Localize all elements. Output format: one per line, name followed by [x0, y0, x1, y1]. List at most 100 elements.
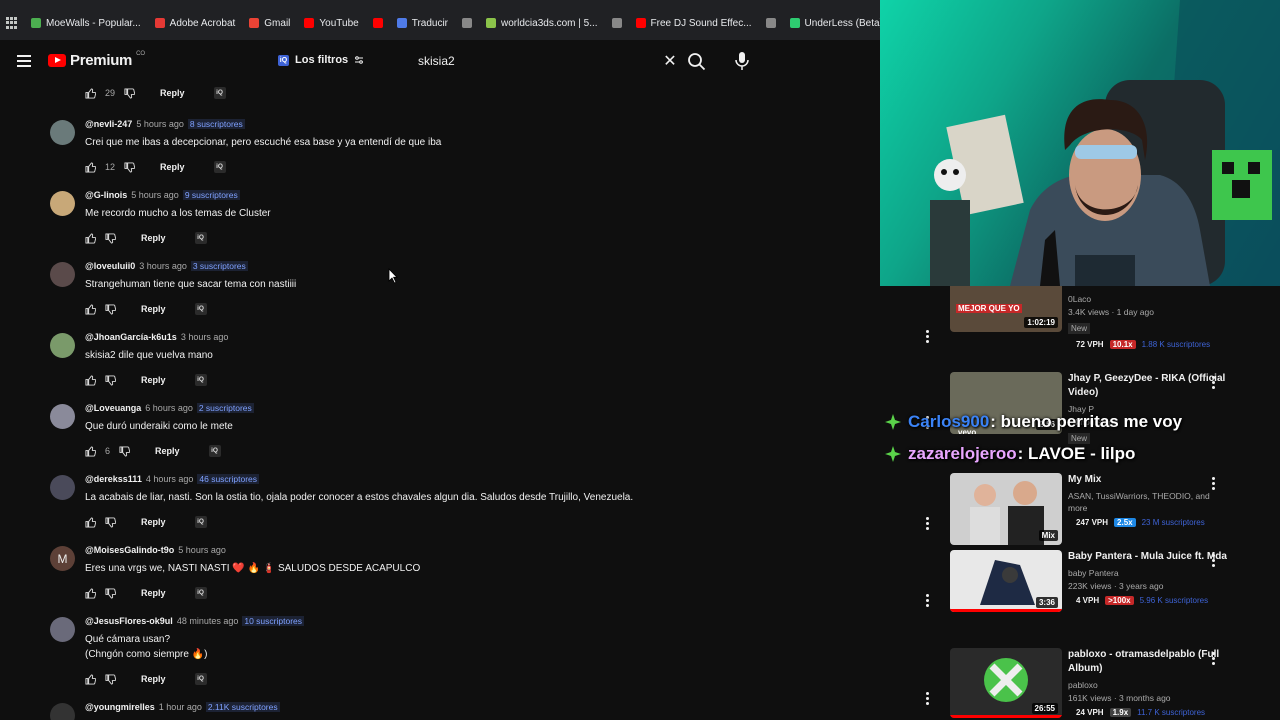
more-actions-icon[interactable]	[1212, 652, 1216, 667]
dislike-button[interactable]	[105, 232, 116, 244]
comment-author[interactable]: @G-linois	[85, 190, 127, 200]
more-actions-icon[interactable]	[1212, 376, 1216, 391]
avatar[interactable]	[50, 475, 75, 500]
dislike-button[interactable]	[105, 516, 116, 528]
like-button[interactable]	[85, 232, 96, 244]
comment-author[interactable]: @JesusFlores-ok9ul	[85, 616, 173, 626]
iq-icon[interactable]: iQ	[194, 232, 207, 244]
search-input[interactable]: skisia2	[410, 54, 660, 68]
like-button[interactable]	[85, 445, 96, 457]
like-button[interactable]	[85, 587, 96, 599]
reply-button[interactable]: Reply	[141, 375, 166, 385]
dislike-button[interactable]	[105, 303, 116, 315]
channel-name[interactable]: baby Pantera	[1068, 567, 1228, 579]
channel-name[interactable]: 0Laco	[1068, 293, 1228, 305]
more-actions-icon[interactable]	[1212, 477, 1216, 492]
comment-timestamp[interactable]: 6 hours ago	[145, 403, 193, 413]
comment-author[interactable]: @MoisesGalindo-t9o	[85, 545, 174, 555]
comment-author[interactable]: @youngmirelles	[85, 702, 155, 712]
comment-author[interactable]: @derekss111	[85, 474, 142, 484]
dislike-button[interactable]	[105, 673, 116, 685]
video-title[interactable]: pabloxo - otramasdelpablo (Full Album)	[1068, 648, 1228, 676]
avatar[interactable]: M	[50, 546, 75, 571]
video-title[interactable]: Baby Pantera - Mula Juice ft. Mda	[1068, 550, 1228, 564]
video-thumbnail[interactable]: Mix	[950, 473, 1062, 545]
like-button[interactable]	[85, 374, 96, 386]
apps-grid-icon[interactable]	[6, 17, 17, 29]
reply-button[interactable]: Reply	[160, 88, 185, 98]
comment-author[interactable]: @Loveuanga	[85, 403, 141, 413]
dislike-button[interactable]	[124, 161, 136, 173]
reply-button[interactable]: Reply	[141, 674, 166, 684]
iq-icon[interactable]: iQ	[213, 87, 226, 99]
iq-icon[interactable]: iQ	[194, 673, 207, 685]
related-video-item[interactable]: 26:55 pabloxo - otramasdelpablo (Full Alb…	[950, 648, 1270, 720]
comment-timestamp[interactable]: 1 hour ago	[159, 702, 202, 712]
bookmark-item[interactable]: worldcia3ds.com | 5...	[486, 18, 598, 29]
iq-icon[interactable]: iQ	[194, 303, 207, 315]
youtube-premium-logo[interactable]: Premium CO	[48, 51, 145, 69]
comment-timestamp[interactable]: 5 hours ago	[178, 545, 226, 555]
bookmark-item[interactable]	[765, 18, 776, 28]
iq-icon[interactable]: iQ	[213, 161, 226, 173]
avatar[interactable]	[50, 120, 75, 145]
avatar[interactable]	[50, 191, 75, 216]
bookmark-item[interactable]: Free DJ Sound Effec...	[635, 18, 752, 29]
reply-button[interactable]: Reply	[141, 233, 166, 243]
video-thumbnail[interactable]: MEJOR QUE YO 1:02:19	[950, 286, 1062, 332]
like-button[interactable]	[85, 303, 96, 315]
video-title[interactable]: Jhay P, GeezyDee - RIKA (Official Video)	[1068, 372, 1228, 400]
avatar[interactable]	[50, 333, 75, 358]
more-actions-icon[interactable]	[926, 517, 930, 532]
comment-timestamp[interactable]: 5 hours ago	[131, 190, 179, 200]
comment-timestamp[interactable]: 4 hours ago	[146, 474, 194, 484]
menu-icon[interactable]	[17, 55, 31, 67]
comment-timestamp[interactable]: 5 hours ago	[136, 119, 184, 129]
more-actions-icon[interactable]	[926, 330, 930, 345]
dislike-button[interactable]	[105, 587, 116, 599]
like-button[interactable]	[85, 516, 96, 528]
iq-icon[interactable]: iQ	[208, 445, 221, 457]
avatar[interactable]	[50, 404, 75, 429]
reply-button[interactable]: Reply	[141, 517, 166, 527]
video-thumbnail[interactable]: 26:55	[950, 648, 1062, 718]
reply-button[interactable]: Reply	[160, 162, 185, 172]
comment-author[interactable]: @loveuluii0	[85, 261, 135, 271]
comment-timestamp[interactable]: 48 minutes ago	[177, 616, 239, 626]
search-box[interactable]: skisia2 ✕	[410, 46, 680, 76]
avatar[interactable]	[50, 617, 75, 642]
iq-icon[interactable]: iQ	[194, 587, 207, 599]
bookmark-item[interactable]	[372, 18, 383, 28]
bookmark-item[interactable]: Adobe Acrobat	[154, 18, 235, 29]
dislike-button[interactable]	[124, 87, 136, 99]
like-button[interactable]	[85, 673, 96, 685]
bookmark-item[interactable]	[611, 18, 622, 28]
bookmark-item[interactable]: YouTube	[304, 18, 359, 29]
comment-timestamp[interactable]: 3 hours ago	[139, 261, 187, 271]
like-button[interactable]	[85, 87, 96, 99]
video-title[interactable]: My Mix	[1068, 473, 1228, 487]
dislike-button[interactable]	[119, 445, 131, 457]
iq-icon[interactable]: iQ	[194, 516, 207, 528]
more-actions-icon[interactable]	[926, 594, 930, 609]
related-video-item[interactable]: Mix My Mix ASAN, TussiWarriors, THEODIO, a…	[950, 473, 1270, 548]
channel-name[interactable]: pabloxo	[1068, 679, 1228, 691]
voice-search-button[interactable]	[732, 49, 752, 73]
bookmark-item[interactable]: MoeWalls - Popular...	[31, 18, 141, 29]
bookmark-item[interactable]: UnderLess (Beta)	[789, 18, 880, 29]
reply-button[interactable]: Reply	[155, 446, 180, 456]
search-button[interactable]	[685, 50, 709, 72]
avatar[interactable]	[50, 703, 75, 720]
more-actions-icon[interactable]	[1212, 554, 1216, 569]
channel-name[interactable]: ASAN, TussiWarriors, THEODIO, and more	[1068, 490, 1228, 514]
related-video-item[interactable]: 3:36 Baby Pantera - Mula Juice ft. Mda bab…	[950, 550, 1270, 625]
bookmark-item[interactable]	[462, 18, 473, 28]
clear-search-icon[interactable]: ✕	[660, 51, 680, 71]
video-thumbnail[interactable]: 3:36	[950, 550, 1062, 612]
bookmark-item[interactable]: Gmail	[249, 18, 290, 29]
avatar[interactable]	[50, 262, 75, 287]
dislike-button[interactable]	[105, 374, 116, 386]
related-video-item[interactable]: MEJOR QUE YO 1:02:19 0Laco 3.4K views · 1 d…	[950, 286, 1270, 361]
comment-author[interactable]: @JhoanGarcía-k6u1s	[85, 332, 177, 342]
like-button[interactable]	[85, 161, 96, 173]
